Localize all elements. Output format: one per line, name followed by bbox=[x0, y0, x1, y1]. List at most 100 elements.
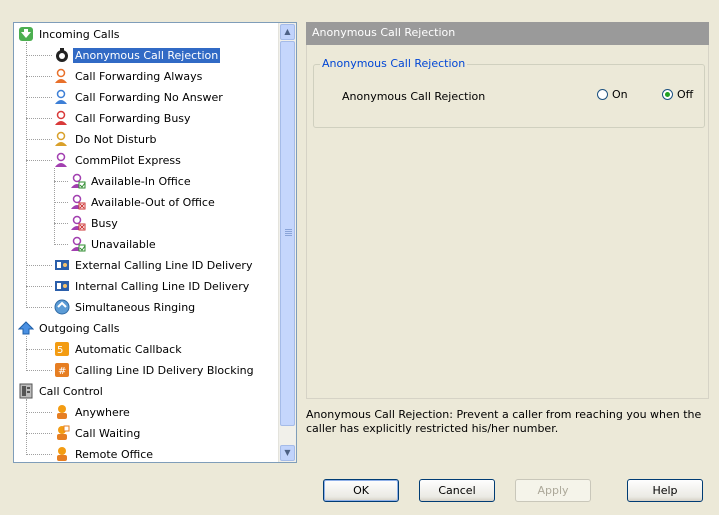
tree-node-incoming-calls[interactable]: Incoming Calls bbox=[18, 24, 121, 44]
tree-scrollbar[interactable]: ▲ ▼ bbox=[278, 23, 296, 462]
clid-blocking-icon: # bbox=[54, 362, 70, 378]
tree-connector bbox=[26, 160, 52, 161]
tree-node-label[interactable]: Anonymous Call Rejection bbox=[71, 46, 222, 64]
feature-tree[interactable]: Incoming Calls Anonymous Call Rejection Ca… bbox=[13, 22, 297, 463]
tree-node-label[interactable]: Available-Out of Office bbox=[89, 195, 217, 210]
tree-node-label[interactable]: Call Forwarding No Answer bbox=[73, 90, 225, 105]
do-not-disturb-icon bbox=[54, 131, 70, 147]
tree-node-label[interactable]: Outgoing Calls bbox=[37, 321, 121, 336]
tree-node-available-out-of-office[interactable]: Available-Out of Office bbox=[70, 192, 217, 212]
tree-node-automatic-callback[interactable]: 5 Automatic Callback bbox=[54, 339, 184, 359]
tree-connector bbox=[54, 168, 55, 245]
tree-connector bbox=[26, 265, 52, 266]
simultaneous-ringing-icon bbox=[54, 299, 70, 315]
tree-connector bbox=[54, 223, 68, 224]
radio-off-label[interactable]: Off bbox=[677, 88, 693, 101]
tree-connector bbox=[26, 139, 52, 140]
tree-connector bbox=[26, 97, 52, 98]
tree-node-call-control[interactable]: Call Control bbox=[18, 381, 105, 401]
call-forwarding-busy-icon bbox=[54, 110, 70, 126]
tree-node-label[interactable]: Available-In Office bbox=[89, 174, 193, 189]
scroll-down-button[interactable]: ▼ bbox=[280, 445, 295, 461]
tree-connector bbox=[26, 349, 52, 350]
tree-node-call-forwarding-no-answer[interactable]: Call Forwarding No Answer bbox=[54, 87, 225, 107]
settings-panel: Anonymous Call Rejection Anonymous Call … bbox=[306, 45, 709, 399]
radio-on-circle[interactable] bbox=[597, 89, 608, 100]
tree-connector bbox=[54, 202, 68, 203]
remote-office-icon bbox=[54, 446, 70, 462]
tree-node-clid-blocking[interactable]: # Calling Line ID Delivery Blocking bbox=[54, 360, 256, 380]
option-label: Anonymous Call Rejection bbox=[342, 90, 486, 103]
tree-connector bbox=[26, 55, 52, 56]
tree-connector bbox=[26, 399, 27, 455]
tree-connector bbox=[26, 454, 52, 455]
radio-off[interactable]: Off bbox=[662, 88, 693, 101]
tree-connector bbox=[26, 76, 52, 77]
scroll-thumb[interactable] bbox=[280, 41, 295, 426]
tree-node-simultaneous-ringing[interactable]: Simultaneous Ringing bbox=[54, 297, 197, 317]
tree-node-busy[interactable]: Busy bbox=[70, 213, 120, 233]
tree-node-label[interactable]: Remote Office bbox=[73, 447, 155, 462]
help-button[interactable]: Help bbox=[627, 479, 703, 502]
tree-node-call-waiting[interactable]: Call Waiting bbox=[54, 423, 142, 443]
radio-off-circle[interactable] bbox=[662, 89, 673, 100]
tree-node-call-forwarding-busy[interactable]: Call Forwarding Busy bbox=[54, 108, 193, 128]
tree-node-label[interactable]: Simultaneous Ringing bbox=[73, 300, 197, 315]
tree-node-label[interactable]: Busy bbox=[89, 216, 120, 231]
tree-node-anywhere[interactable]: Anywhere bbox=[54, 402, 132, 422]
tree-node-label[interactable]: Anywhere bbox=[73, 405, 132, 420]
call-forwarding-always-icon bbox=[54, 68, 70, 84]
incoming-calls-icon bbox=[18, 26, 34, 42]
feature-description: Anonymous Call Rejection: Prevent a call… bbox=[306, 408, 702, 435]
cancel-button[interactable]: Cancel bbox=[419, 479, 495, 502]
rejection-groupbox: Anonymous Call Rejection Anonymous Call … bbox=[313, 57, 705, 128]
tree-connector bbox=[26, 286, 52, 287]
busy-icon bbox=[70, 215, 86, 231]
tree-node-label[interactable]: Call Control bbox=[37, 384, 105, 399]
tree-node-anonymous-call-rejection[interactable]: Anonymous Call Rejection bbox=[54, 45, 222, 65]
tree-node-label[interactable]: Call Forwarding Always bbox=[73, 69, 204, 84]
tree-node-label[interactable]: Incoming Calls bbox=[37, 27, 121, 42]
tree-node-label[interactable]: CommPilot Express bbox=[73, 153, 183, 168]
call-forwarding-no-answer-icon bbox=[54, 89, 70, 105]
tree-node-label[interactable]: Call Waiting bbox=[73, 426, 142, 441]
tree-node-unavailable[interactable]: Unavailable bbox=[70, 234, 158, 254]
tree-connector bbox=[26, 307, 52, 308]
tree-node-label[interactable]: External Calling Line ID Delivery bbox=[73, 258, 254, 273]
outgoing-calls-icon bbox=[18, 320, 34, 336]
tree-node-label[interactable]: Unavailable bbox=[89, 237, 158, 252]
tree-node-label[interactable]: Do Not Disturb bbox=[73, 132, 159, 147]
tree-connector bbox=[54, 244, 68, 245]
radio-on[interactable]: On bbox=[597, 88, 628, 101]
ok-button[interactable]: OK bbox=[323, 479, 399, 502]
tree-node-call-forwarding-always[interactable]: Call Forwarding Always bbox=[54, 66, 204, 86]
call-waiting-icon bbox=[54, 425, 70, 441]
scroll-up-button[interactable]: ▲ bbox=[280, 24, 295, 40]
radio-on-label[interactable]: On bbox=[612, 88, 628, 101]
available-in-office-icon bbox=[70, 173, 86, 189]
svg-text:5: 5 bbox=[57, 345, 63, 356]
tree-node-internal-clid[interactable]: Internal Calling Line ID Delivery bbox=[54, 276, 251, 296]
external-clid-icon bbox=[54, 257, 70, 273]
tree-node-label[interactable]: Internal Calling Line ID Delivery bbox=[73, 279, 251, 294]
tree-node-do-not-disturb[interactable]: Do Not Disturb bbox=[54, 129, 159, 149]
tree-node-remote-office[interactable]: Remote Office bbox=[54, 444, 155, 462]
svg-text:#: # bbox=[58, 366, 66, 377]
apply-button[interactable]: Apply bbox=[515, 479, 591, 502]
tree-node-label[interactable]: Automatic Callback bbox=[73, 342, 184, 357]
tree-node-external-clid[interactable]: External Calling Line ID Delivery bbox=[54, 255, 254, 275]
tree-node-commpilot-express[interactable]: CommPilot Express bbox=[54, 150, 183, 170]
tree-connector bbox=[26, 412, 52, 413]
panel-header: Anonymous Call Rejection bbox=[306, 22, 709, 45]
call-control-icon bbox=[18, 383, 34, 399]
tree-node-available-in-office[interactable]: Available-In Office bbox=[70, 171, 193, 191]
commpilot-express-icon bbox=[54, 152, 70, 168]
group-title: Anonymous Call Rejection bbox=[320, 57, 468, 70]
tree-connector bbox=[26, 42, 27, 308]
tree-connector bbox=[26, 336, 27, 371]
tree-node-outgoing-calls[interactable]: Outgoing Calls bbox=[18, 318, 121, 338]
tree-connector bbox=[26, 433, 52, 434]
tree-node-label[interactable]: Calling Line ID Delivery Blocking bbox=[73, 363, 256, 378]
tree-node-label[interactable]: Call Forwarding Busy bbox=[73, 111, 193, 126]
tree-connector bbox=[54, 181, 68, 182]
